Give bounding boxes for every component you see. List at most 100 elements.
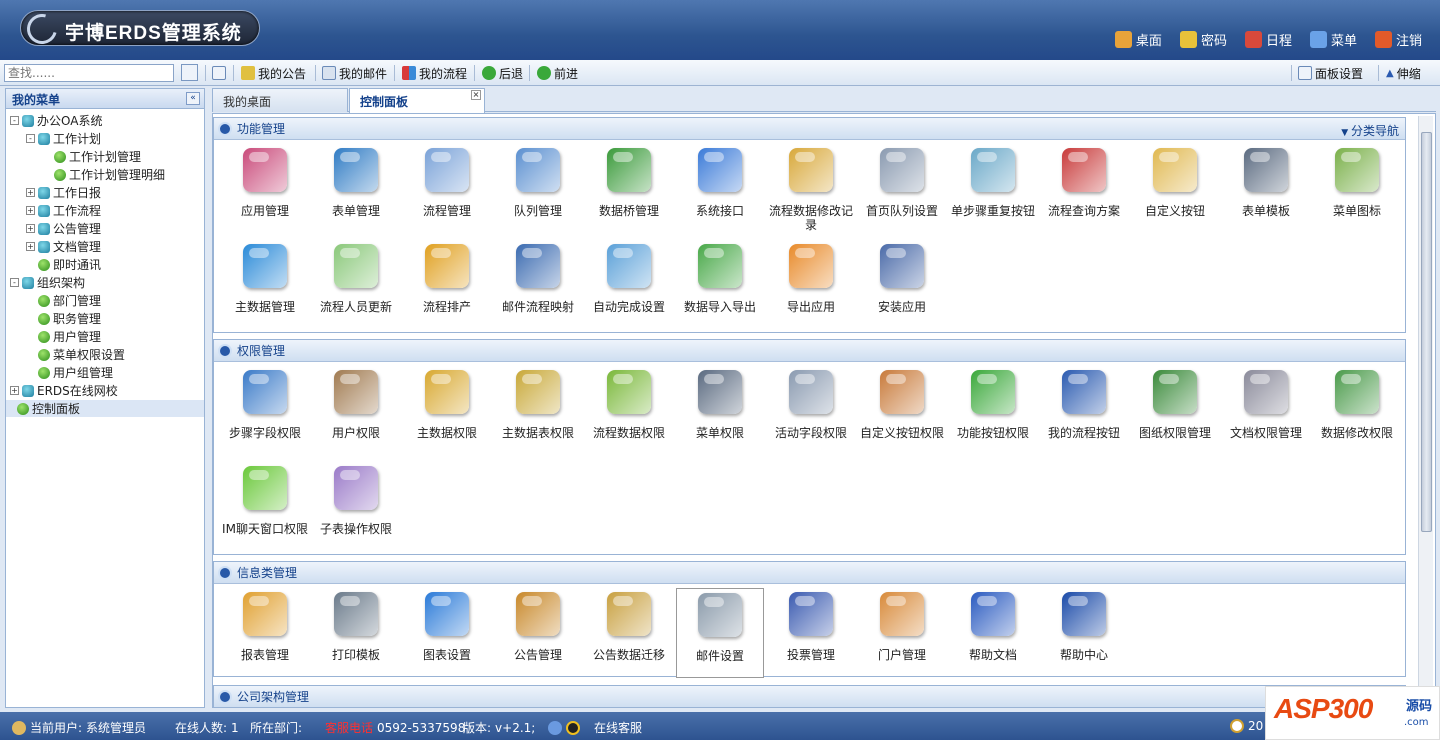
panel-tile[interactable]: 主数据表权限 [494, 366, 582, 456]
tree-node[interactable]: 即时通讯 [26, 256, 101, 273]
sidebar-splitter[interactable] [205, 88, 211, 708]
panel-tile[interactable]: 自动完成设置 [585, 240, 673, 330]
panel-tile[interactable]: 流程数据修改记录 [767, 144, 855, 234]
panel-tile[interactable]: 邮件设置 [676, 588, 764, 678]
topnav-power-button[interactable]: 注销 [1374, 30, 1422, 49]
toolbar-notice-button[interactable]: 我的公告 [241, 65, 306, 81]
panel-tile[interactable]: 公告数据迁移 [585, 588, 673, 678]
panel-tile[interactable]: 自定义按钮权限 [858, 366, 946, 456]
tree-node[interactable]: + 文档管理 [26, 238, 101, 255]
panel-tile[interactable]: 邮件流程映射 [494, 240, 582, 330]
tab-my-desktop[interactable]: 我的桌面 [212, 88, 348, 112]
panel-tile[interactable]: 菜单图标 [1313, 144, 1401, 234]
tree-node[interactable]: 控制面板 [6, 400, 204, 417]
panel-tile[interactable]: 数据桥管理 [585, 144, 673, 234]
section-header[interactable]: 功能管理 ▼ 分类导航 [214, 118, 1405, 140]
panel-tile[interactable]: 主数据权限 [403, 366, 491, 456]
tree-node[interactable]: 工作计划管理明细 [42, 166, 165, 183]
tree-node[interactable]: 职务管理 [26, 310, 101, 327]
panel-tile[interactable]: 安装应用 [858, 240, 946, 330]
panel-tile[interactable]: 帮助文档 [949, 588, 1037, 678]
panel-tile[interactable]: 子表操作权限 [312, 462, 400, 552]
expand-node-icon[interactable]: + [26, 188, 35, 197]
section-header[interactable]: 权限管理 [214, 340, 1405, 362]
panel-tile[interactable]: 流程管理 [403, 144, 491, 234]
list-icon[interactable] [212, 65, 226, 81]
scrollbar-thumb[interactable] [1421, 132, 1432, 532]
panel-tile[interactable]: 系统接口 [676, 144, 764, 234]
tree-node[interactable]: - 工作计划 [26, 130, 101, 147]
panel-tile[interactable]: 功能按钮权限 [949, 366, 1037, 456]
topnav-calendar-button[interactable]: 日程 [1244, 30, 1292, 49]
panel-tile[interactable]: 图纸权限管理 [1131, 366, 1219, 456]
tree-node[interactable]: - 办公OA系统 [10, 112, 102, 129]
panel-tile[interactable]: 文档权限管理 [1222, 366, 1310, 456]
tree-node[interactable]: + ERDS在线网校 [10, 382, 118, 399]
panel-tile[interactable]: IM聊天窗口权限 [221, 462, 309, 552]
tile-icon [971, 370, 1015, 414]
collapse-node-icon[interactable]: - [10, 278, 19, 287]
sidebar-collapse-icon[interactable]: « [186, 92, 200, 105]
panel-tile[interactable]: 应用管理 [221, 144, 309, 234]
panel-tile[interactable]: 表单模板 [1222, 144, 1310, 234]
collapse-node-icon[interactable]: - [26, 134, 35, 143]
section-header[interactable]: 信息类管理 [214, 562, 1405, 584]
panel-tile[interactable]: 用户权限 [312, 366, 400, 456]
panel-tile[interactable]: 门户管理 [858, 588, 946, 678]
panel-tile[interactable]: 流程人员更新 [312, 240, 400, 330]
tree-node[interactable]: 用户组管理 [26, 364, 113, 381]
panel-tile[interactable]: 数据导入导出 [676, 240, 764, 330]
panel-tile[interactable]: 投票管理 [767, 588, 855, 678]
panel-tile[interactable]: 图表设置 [403, 588, 491, 678]
panel-tile[interactable]: 打印模板 [312, 588, 400, 678]
panel-tile[interactable]: 表单管理 [312, 144, 400, 234]
category-nav-button[interactable]: ▼ 分类导航 [1341, 122, 1399, 139]
panel-tile[interactable]: 菜单权限 [676, 366, 764, 456]
tree-node[interactable]: + 公告管理 [26, 220, 101, 237]
panel-settings-button[interactable]: 面板设置 [1298, 65, 1363, 81]
tree-node[interactable]: + 工作流程 [26, 202, 101, 219]
back-button[interactable]: 后退 [482, 65, 523, 81]
panel-tile[interactable]: 步骤字段权限 [221, 366, 309, 456]
topnav-home-button[interactable]: 桌面 [1114, 30, 1162, 49]
panel-tile[interactable]: 活动字段权限 [767, 366, 855, 456]
panel-tile[interactable]: 公告管理 [494, 588, 582, 678]
section-header[interactable]: 公司架构管理 [214, 686, 1405, 707]
panel-tile[interactable]: 导出应用 [767, 240, 855, 330]
online-service-button[interactable]: 在线客服 [548, 719, 642, 736]
forward-button[interactable]: 前进 [537, 65, 578, 81]
panel-tile[interactable]: 我的流程按钮 [1040, 366, 1128, 456]
panel-tile[interactable]: 流程排产 [403, 240, 491, 330]
expand-node-icon[interactable]: + [26, 206, 35, 215]
panel-tile[interactable]: 队列管理 [494, 144, 582, 234]
topnav-menu-button[interactable]: 菜单 [1309, 30, 1357, 49]
tree-node[interactable]: + 工作日报 [26, 184, 101, 201]
tree-node[interactable]: 部门管理 [26, 292, 101, 309]
panel-tile[interactable]: 帮助中心 [1040, 588, 1128, 678]
tree-node[interactable]: 工作计划管理 [42, 148, 141, 165]
tab-control-panel[interactable]: 控制面板 × [349, 88, 485, 113]
tree-node[interactable]: 用户管理 [26, 328, 101, 345]
panel-tile[interactable]: 主数据管理 [221, 240, 309, 330]
panel-tile[interactable]: 单步骤重复按钮 [949, 144, 1037, 234]
search-icon[interactable] [181, 64, 198, 81]
tree-node[interactable]: - 组织架构 [10, 274, 85, 291]
tree-node[interactable]: 菜单权限设置 [26, 346, 125, 363]
close-tab-icon[interactable]: × [471, 90, 481, 100]
panel-tile[interactable]: 自定义按钮 [1131, 144, 1219, 234]
expand-node-icon[interactable]: + [10, 386, 19, 395]
expand-node-icon[interactable]: + [26, 242, 35, 251]
toolbar-mail-button[interactable]: 我的邮件 [322, 65, 387, 81]
panel-tile[interactable]: 流程数据权限 [585, 366, 673, 456]
collapse-button[interactable]: ▲ 伸缩 [1386, 65, 1421, 81]
expand-node-icon[interactable]: + [26, 224, 35, 233]
search-input[interactable] [4, 64, 174, 82]
panel-tile[interactable]: 数据修改权限 [1313, 366, 1401, 456]
topnav-lock-button[interactable]: 密码 [1179, 30, 1227, 49]
panel-tile[interactable]: 报表管理 [221, 588, 309, 678]
vertical-scrollbar[interactable] [1418, 116, 1433, 707]
collapse-node-icon[interactable]: - [10, 116, 19, 125]
panel-tile[interactable]: 首页队列设置 [858, 144, 946, 234]
toolbar-flow-button[interactable]: 我的流程 [402, 65, 467, 81]
panel-tile[interactable]: 流程查询方案 [1040, 144, 1128, 234]
